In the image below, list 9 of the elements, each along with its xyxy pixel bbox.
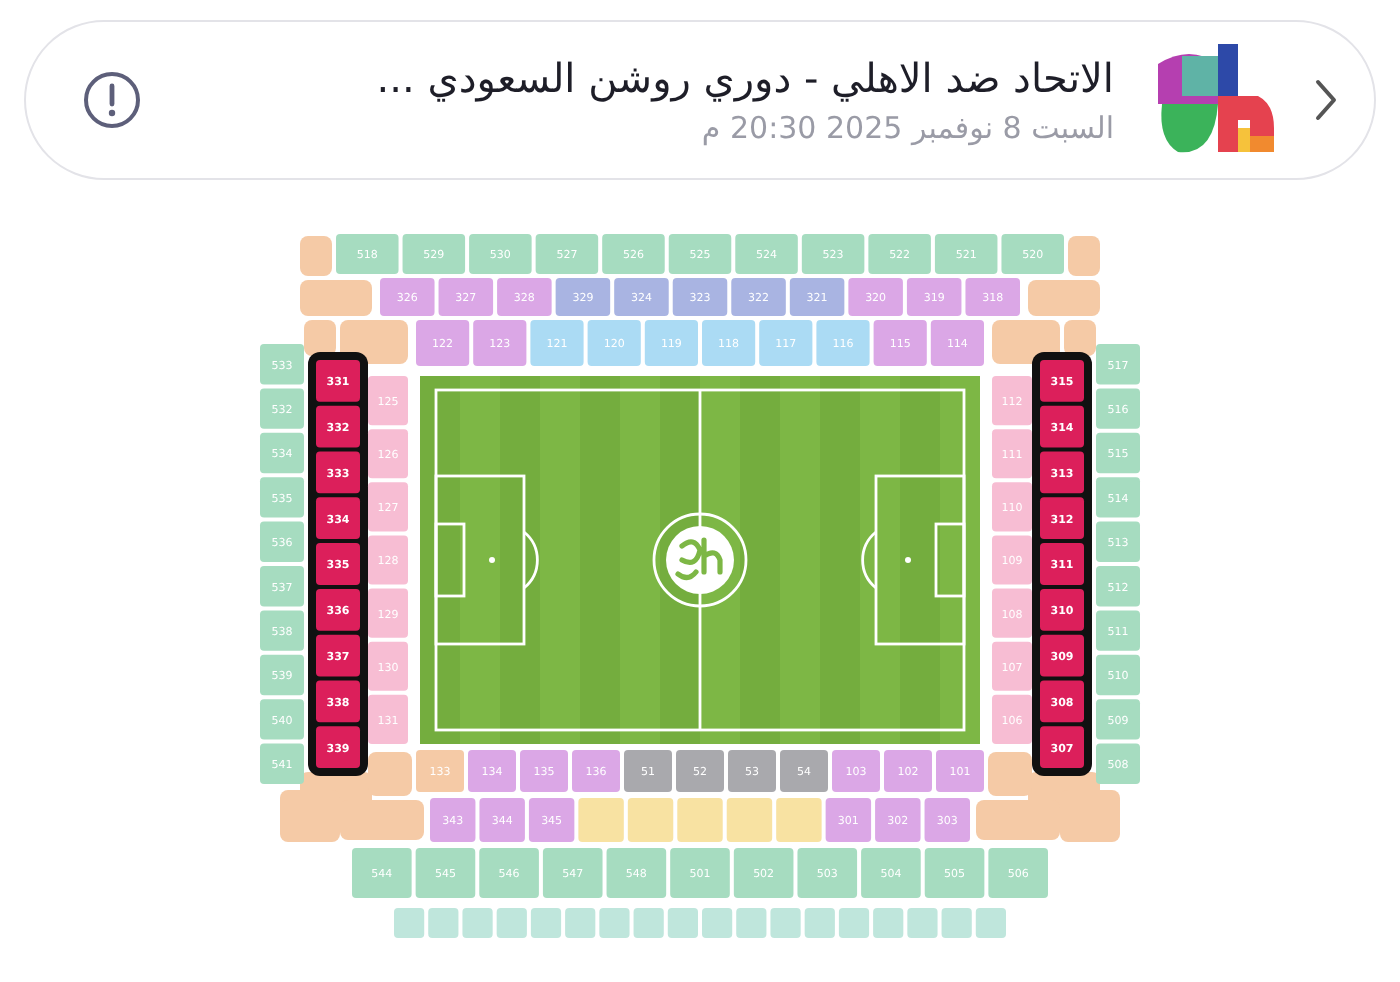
seat-section[interactable] [992, 320, 1060, 364]
seat-section[interactable] [304, 320, 336, 356]
chevron-right-icon[interactable] [1314, 78, 1338, 122]
seat-section[interactable] [340, 320, 408, 364]
event-date: السبت 8 نوفمبر 2025 20:30 م [701, 110, 1114, 146]
event-title: الاتحاد ضد الاهلي - دوري روشن السعودي ... [376, 54, 1114, 102]
event-card[interactable]: الاتحاد ضد الاهلي - دوري روشن السعودي ... السبت 8 نوفمبر 2025 20:30 م [24, 20, 1376, 180]
seat-section[interactable] [1064, 320, 1096, 356]
info-icon[interactable] [82, 70, 142, 130]
